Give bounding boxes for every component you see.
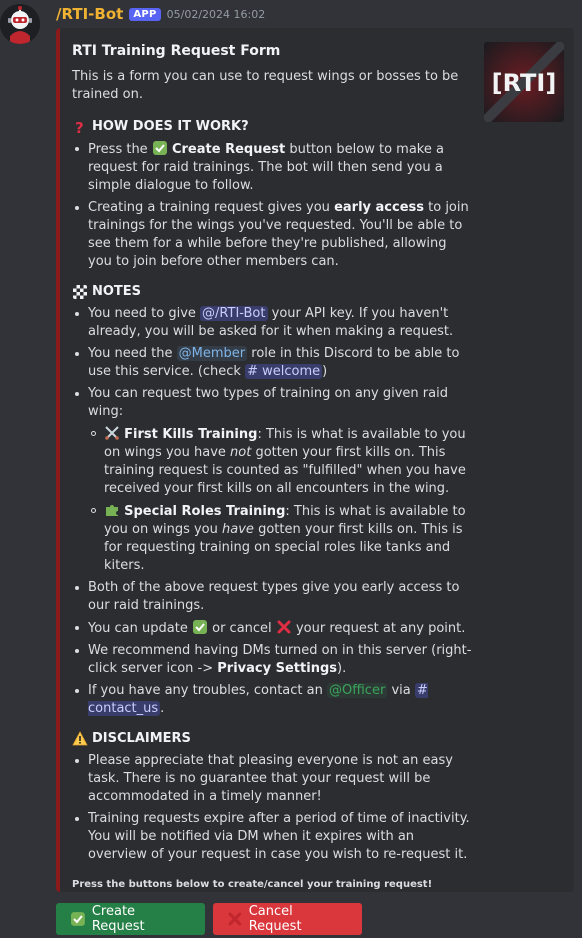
notes-title: NOTES xyxy=(72,283,472,301)
disclaimers-section: DISCLAIMERS Please appreciate that pleas… xyxy=(72,730,472,864)
list-item: Both of the above request types give you… xyxy=(75,579,472,615)
first-kills-label: First Kills Training xyxy=(124,427,258,442)
note-7-post: . xyxy=(160,701,165,716)
officer-role-mention[interactable]: @Officer xyxy=(327,683,388,698)
note-3-text: You can request two types of training on… xyxy=(88,386,448,419)
welcome-channel-name: welcome xyxy=(262,364,321,379)
disclaimers-title: DISCLAIMERS xyxy=(72,730,472,748)
create-request-label: Create Request xyxy=(91,904,145,934)
list-item: Creating a training request gives you ea… xyxy=(75,199,472,271)
contact-us-channel-name: contact_us xyxy=(88,701,159,716)
special-roles-label: Special Roles Training xyxy=(124,504,286,519)
first-kills-italic: not xyxy=(230,445,252,460)
embed-thumbnail[interactable]: [RTI] xyxy=(484,42,564,122)
list-item: You need to give @/RTI-Bot your API key.… xyxy=(75,305,472,341)
privacy-settings-bold: Privacy Settings xyxy=(217,661,337,676)
list-item: Please appreciate that pleasing everyone… xyxy=(75,752,472,806)
embed-card: [RTI] RTI Training Request Form This is … xyxy=(56,28,574,892)
checkered-flag-icon xyxy=(73,285,87,299)
message-timestamp: 05/02/2024 16:02 xyxy=(166,7,266,21)
list-item: You can request two types of training on… xyxy=(75,385,472,575)
list-item: First Kills Training: This is what is av… xyxy=(91,425,472,498)
svg-text:?: ? xyxy=(75,119,84,135)
welcome-channel-link[interactable]: # welcome xyxy=(245,364,323,379)
disclaimers-list: Please appreciate that pleasing everyone… xyxy=(72,752,472,864)
note-2-pre: You need the xyxy=(88,346,173,361)
member-role-mention[interactable]: @Member xyxy=(176,346,248,361)
message-header: /RTI-Bot APP 05/02/2024 16:02 xyxy=(56,4,265,24)
training-types-list: First Kills Training: This is what is av… xyxy=(88,425,472,575)
robot-avatar-icon xyxy=(0,4,40,44)
disclaimers-title-text: DISCLAIMERS xyxy=(92,731,191,746)
embed-intro: This is a form you can use to request wi… xyxy=(72,69,459,102)
bot-mention[interactable]: @/RTI-Bot xyxy=(200,306,268,321)
special-roles-italic: have xyxy=(222,522,254,537)
note-7-pre: If you have any troubles, contact an xyxy=(88,683,323,698)
note-5-mid: or cancel xyxy=(212,621,272,636)
note-6-post: ). xyxy=(337,661,347,676)
cancel-request-button[interactable]: Cancel Request xyxy=(213,903,362,935)
crossed-swords-icon xyxy=(105,426,119,440)
note-1-pre: You need to give xyxy=(88,306,196,321)
create-request-button[interactable]: Create Request xyxy=(56,903,205,935)
check-mark-icon xyxy=(152,141,167,155)
action-row: Create Request Cancel Request xyxy=(56,903,362,935)
how-section: ? HOW DOES IT WORK? Press the Create Req… xyxy=(72,118,472,271)
hash-icon: # xyxy=(416,683,428,698)
check-mark-icon xyxy=(192,620,207,634)
note-2-post: ) xyxy=(322,364,328,379)
bot-avatar[interactable] xyxy=(0,4,40,44)
how-list: Press the Create Request button below to… xyxy=(72,140,472,271)
check-mark-icon xyxy=(70,912,85,926)
notes-title-text: NOTES xyxy=(92,284,142,299)
note-5-post: your request at any point. xyxy=(295,621,466,636)
app-badge: APP xyxy=(129,7,161,21)
notes-list: You need to give @/RTI-Bot your API key.… xyxy=(72,305,472,718)
cancel-request-label: Cancel Request xyxy=(248,904,302,934)
embed-footer-text: Press the buttons below to create/cancel… xyxy=(72,879,433,890)
bot-username[interactable]: /RTI-Bot xyxy=(56,5,123,23)
list-item: If you have any troubles, contact an @Of… xyxy=(75,682,472,718)
list-item: Special Roles Training: This is what is … xyxy=(91,502,472,575)
how-title-text: HOW DOES IT WORK? xyxy=(92,119,249,134)
note-7-mid: via xyxy=(391,683,411,698)
puzzle-piece-icon xyxy=(106,505,118,516)
how-item-2-pre: Creating a training request gives you xyxy=(88,200,330,215)
embed-body: RTI Training Request Form This is a form… xyxy=(72,42,472,894)
warning-icon xyxy=(72,731,88,746)
hash-icon: # xyxy=(247,364,259,379)
list-item: Training requests expire after a period … xyxy=(75,810,472,864)
how-item-1-bold: Create Request xyxy=(171,142,286,157)
rti-logo-text: [RTI] xyxy=(492,69,557,97)
embed-title: RTI Training Request Form xyxy=(72,43,281,59)
how-title: ? HOW DOES IT WORK? xyxy=(72,118,472,136)
list-item: You need the @Member role in this Discor… xyxy=(75,345,472,381)
cross-mark-icon xyxy=(277,620,291,634)
note-5-pre: You can update xyxy=(88,621,188,636)
how-item-2-bold: early access xyxy=(334,200,424,215)
note-4-text: Both of the above request types give you… xyxy=(88,580,460,613)
list-item: Press the Create Request button below to… xyxy=(75,140,472,195)
cross-mark-icon xyxy=(228,912,242,926)
list-item: We recommend having DMs turned on in thi… xyxy=(75,642,472,678)
how-item-1-pre: Press the xyxy=(88,142,148,157)
question-icon: ? xyxy=(75,119,84,135)
notes-section: NOTES You need to give @/RTI-Bot your AP… xyxy=(72,283,472,718)
list-item: You can update or cancel your request at… xyxy=(75,619,472,638)
rti-logo-icon: [RTI] xyxy=(484,42,564,122)
